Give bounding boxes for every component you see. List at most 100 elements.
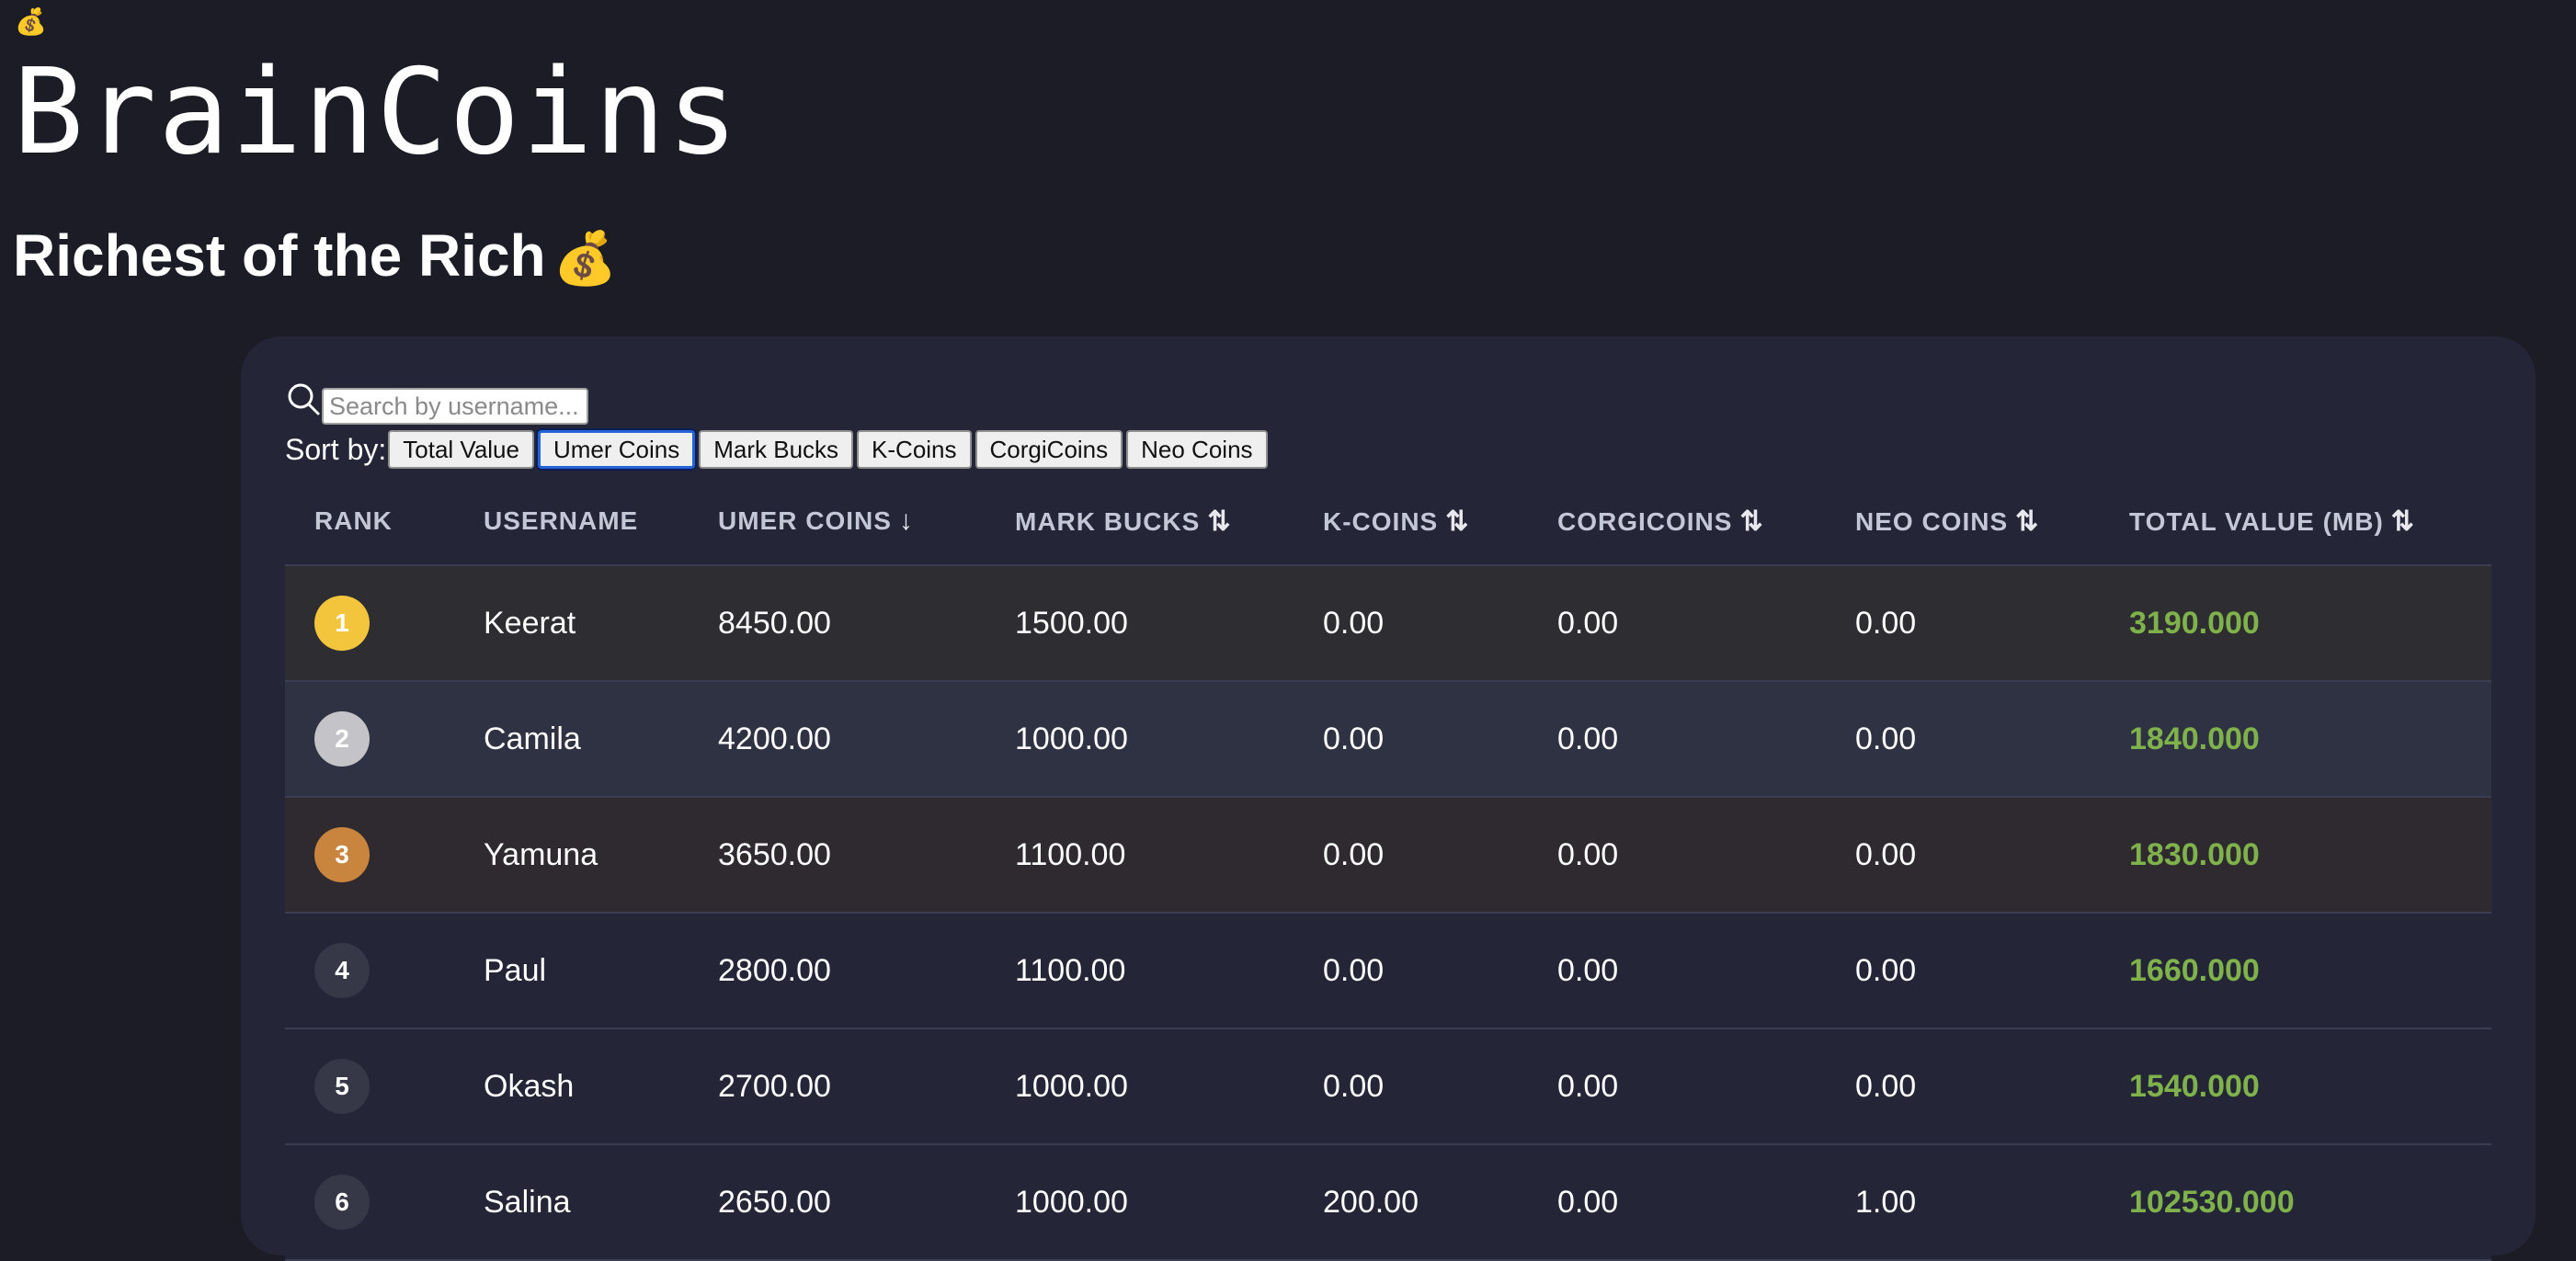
k-coins-cell: 0.00 <box>1294 1028 1528 1145</box>
sort-mark-bucks-button[interactable]: Mark Bucks <box>699 430 854 469</box>
column-header-umer-coins[interactable]: UMER COINS ↓ <box>689 478 986 566</box>
sort-toggle-icon[interactable]: ⇅ <box>2391 506 2415 537</box>
mark-bucks-cell: 1100.00 <box>986 797 1294 914</box>
username-cell: Okash <box>454 1028 689 1145</box>
table-header-row: RANK USERNAME UMER COINS ↓ MARK BUCKS ⇅ K-… <box>285 478 2491 566</box>
username-cell: Paul <box>454 913 689 1029</box>
k-coins-cell: 0.00 <box>1294 565 1528 682</box>
rank-cell: 4 <box>285 913 454 1029</box>
column-header-label: NEO COINS <box>1855 506 2009 536</box>
subtitle-text: Richest of the Rich <box>13 222 546 289</box>
column-header-mark-bucks[interactable]: MARK BUCKS ⇅ <box>986 478 1294 566</box>
page-subtitle: Richest of the Rich 💰 <box>13 217 617 297</box>
search-bar <box>285 381 588 425</box>
leaderboard-table-container: RANK USERNAME UMER COINS ↓ MARK BUCKS ⇅ K-… <box>285 478 2491 1261</box>
column-header-corgicoins[interactable]: CORGICOINS ⇅ <box>1528 478 1826 566</box>
username-cell: Keerat <box>454 565 689 682</box>
column-header-label: UMER COINS <box>718 506 892 535</box>
column-header-label: RANK <box>314 506 393 535</box>
rank-badge-silver: 2 <box>314 711 370 767</box>
rank-badge-gold: 1 <box>314 596 370 651</box>
mark-bucks-cell: 1000.00 <box>986 1144 1294 1261</box>
total-value-cell: 1840.000 <box>2100 681 2491 798</box>
sort-toggle-icon[interactable]: ⇅ <box>1445 506 1469 537</box>
rank-badge: 6 <box>314 1175 370 1230</box>
username-cell: Yamuna <box>454 797 689 914</box>
table-row: 6 Salina 2650.00 1000.00 200.00 0.00 1.0… <box>285 1144 2491 1261</box>
mark-bucks-cell: 1000.00 <box>986 1028 1294 1145</box>
username-cell: Salina <box>454 1144 689 1261</box>
table-row: 1 Keerat 8450.00 1500.00 0.00 0.00 0.00 … <box>285 565 2491 682</box>
k-coins-cell: 0.00 <box>1294 797 1528 914</box>
username-cell: Camila <box>454 681 689 798</box>
neo-coins-cell: 0.00 <box>1826 565 2100 682</box>
sort-neo-coins-button[interactable]: Neo Coins <box>1126 430 1268 469</box>
money-bag-icon: 💰 <box>15 7 47 36</box>
corgicoins-cell: 0.00 <box>1528 797 1826 914</box>
corgicoins-cell: 0.00 <box>1528 681 1826 798</box>
rank-cell: 5 <box>285 1028 454 1145</box>
sort-toggle-icon[interactable]: ⇅ <box>1739 506 1763 537</box>
umer-coins-cell: 3650.00 <box>689 797 986 914</box>
sort-controls: Sort by: Total Value Umer Coins Mark Buc… <box>285 428 1271 471</box>
column-header-rank: RANK <box>285 478 454 566</box>
rank-badge: 5 <box>314 1059 370 1114</box>
rank-badge: 4 <box>314 943 370 998</box>
k-coins-cell: 0.00 <box>1294 913 1528 1029</box>
column-header-label: TOTAL VALUE (MB) <box>2129 506 2384 536</box>
rank-cell: 3 <box>285 797 454 914</box>
column-header-label: K-COINS <box>1323 506 1439 536</box>
sort-corgicoins-button[interactable]: CorgiCoins <box>975 430 1123 469</box>
mark-bucks-cell: 1100.00 <box>986 913 1294 1029</box>
umer-coins-cell: 2650.00 <box>689 1144 986 1261</box>
search-input[interactable] <box>322 388 588 425</box>
umer-coins-cell: 2800.00 <box>689 913 986 1029</box>
table-row: 3 Yamuna 3650.00 1100.00 0.00 0.00 0.00 … <box>285 797 2491 914</box>
corgicoins-cell: 0.00 <box>1528 1144 1826 1261</box>
neo-coins-cell: 0.00 <box>1826 1028 2100 1145</box>
total-value-cell: 1660.000 <box>2100 913 2491 1029</box>
total-value-cell: 3190.000 <box>2100 565 2491 682</box>
umer-coins-cell: 8450.00 <box>689 565 986 682</box>
k-coins-cell: 0.00 <box>1294 681 1528 798</box>
table-row: 4 Paul 2800.00 1100.00 0.00 0.00 0.00 16… <box>285 913 2491 1029</box>
total-value-cell: 102530.000 <box>2100 1144 2491 1261</box>
column-header-k-coins[interactable]: K-COINS ⇅ <box>1294 478 1528 566</box>
sort-label: Sort by: <box>285 432 387 466</box>
sort-umer-coins-button[interactable]: Umer Coins <box>535 428 698 471</box>
rank-cell: 2 <box>285 681 454 798</box>
neo-coins-cell: 0.00 <box>1826 913 2100 1029</box>
corgicoins-cell: 0.00 <box>1528 1028 1826 1145</box>
mark-bucks-cell: 1000.00 <box>986 681 1294 798</box>
column-header-label: CORGICOINS <box>1557 506 1733 536</box>
search-icon <box>288 383 320 415</box>
leaderboard-table: RANK USERNAME UMER COINS ↓ MARK BUCKS ⇅ K-… <box>285 478 2491 1261</box>
sort-total-value-button[interactable]: Total Value <box>388 430 534 469</box>
total-value-cell: 1830.000 <box>2100 797 2491 914</box>
column-header-username: USERNAME <box>454 478 689 566</box>
rank-badge-bronze: 3 <box>314 827 370 882</box>
k-coins-cell: 200.00 <box>1294 1144 1528 1261</box>
neo-coins-cell: 0.00 <box>1826 797 2100 914</box>
mark-bucks-cell: 1500.00 <box>986 565 1294 682</box>
corgicoins-cell: 0.00 <box>1528 913 1826 1029</box>
sort-k-coins-button[interactable]: K-Coins <box>857 430 972 469</box>
app-title: BrainCoins <box>13 44 740 181</box>
umer-coins-cell: 2700.00 <box>689 1028 986 1145</box>
rank-cell: 1 <box>285 565 454 682</box>
sort-descending-icon[interactable]: ↓ <box>899 506 914 536</box>
sort-toggle-icon[interactable]: ⇅ <box>1207 506 1231 537</box>
money-bag-icon: 💰 <box>553 229 618 287</box>
neo-coins-cell: 0.00 <box>1826 681 2100 798</box>
rank-cell: 6 <box>285 1144 454 1261</box>
neo-coins-cell: 1.00 <box>1826 1144 2100 1261</box>
column-header-neo-coins[interactable]: NEO COINS ⇅ <box>1826 478 2100 566</box>
table-row: 5 Okash 2700.00 1000.00 0.00 0.00 0.00 1… <box>285 1028 2491 1145</box>
table-row: 2 Camila 4200.00 1000.00 0.00 0.00 0.00 … <box>285 681 2491 798</box>
total-value-cell: 1540.000 <box>2100 1028 2491 1145</box>
sort-toggle-icon[interactable]: ⇅ <box>2015 506 2039 537</box>
column-header-label: MARK BUCKS <box>1015 506 1201 536</box>
column-header-total-value[interactable]: TOTAL VALUE (MB) ⇅ <box>2100 478 2491 566</box>
corgicoins-cell: 0.00 <box>1528 565 1826 682</box>
column-header-label: USERNAME <box>484 506 639 535</box>
